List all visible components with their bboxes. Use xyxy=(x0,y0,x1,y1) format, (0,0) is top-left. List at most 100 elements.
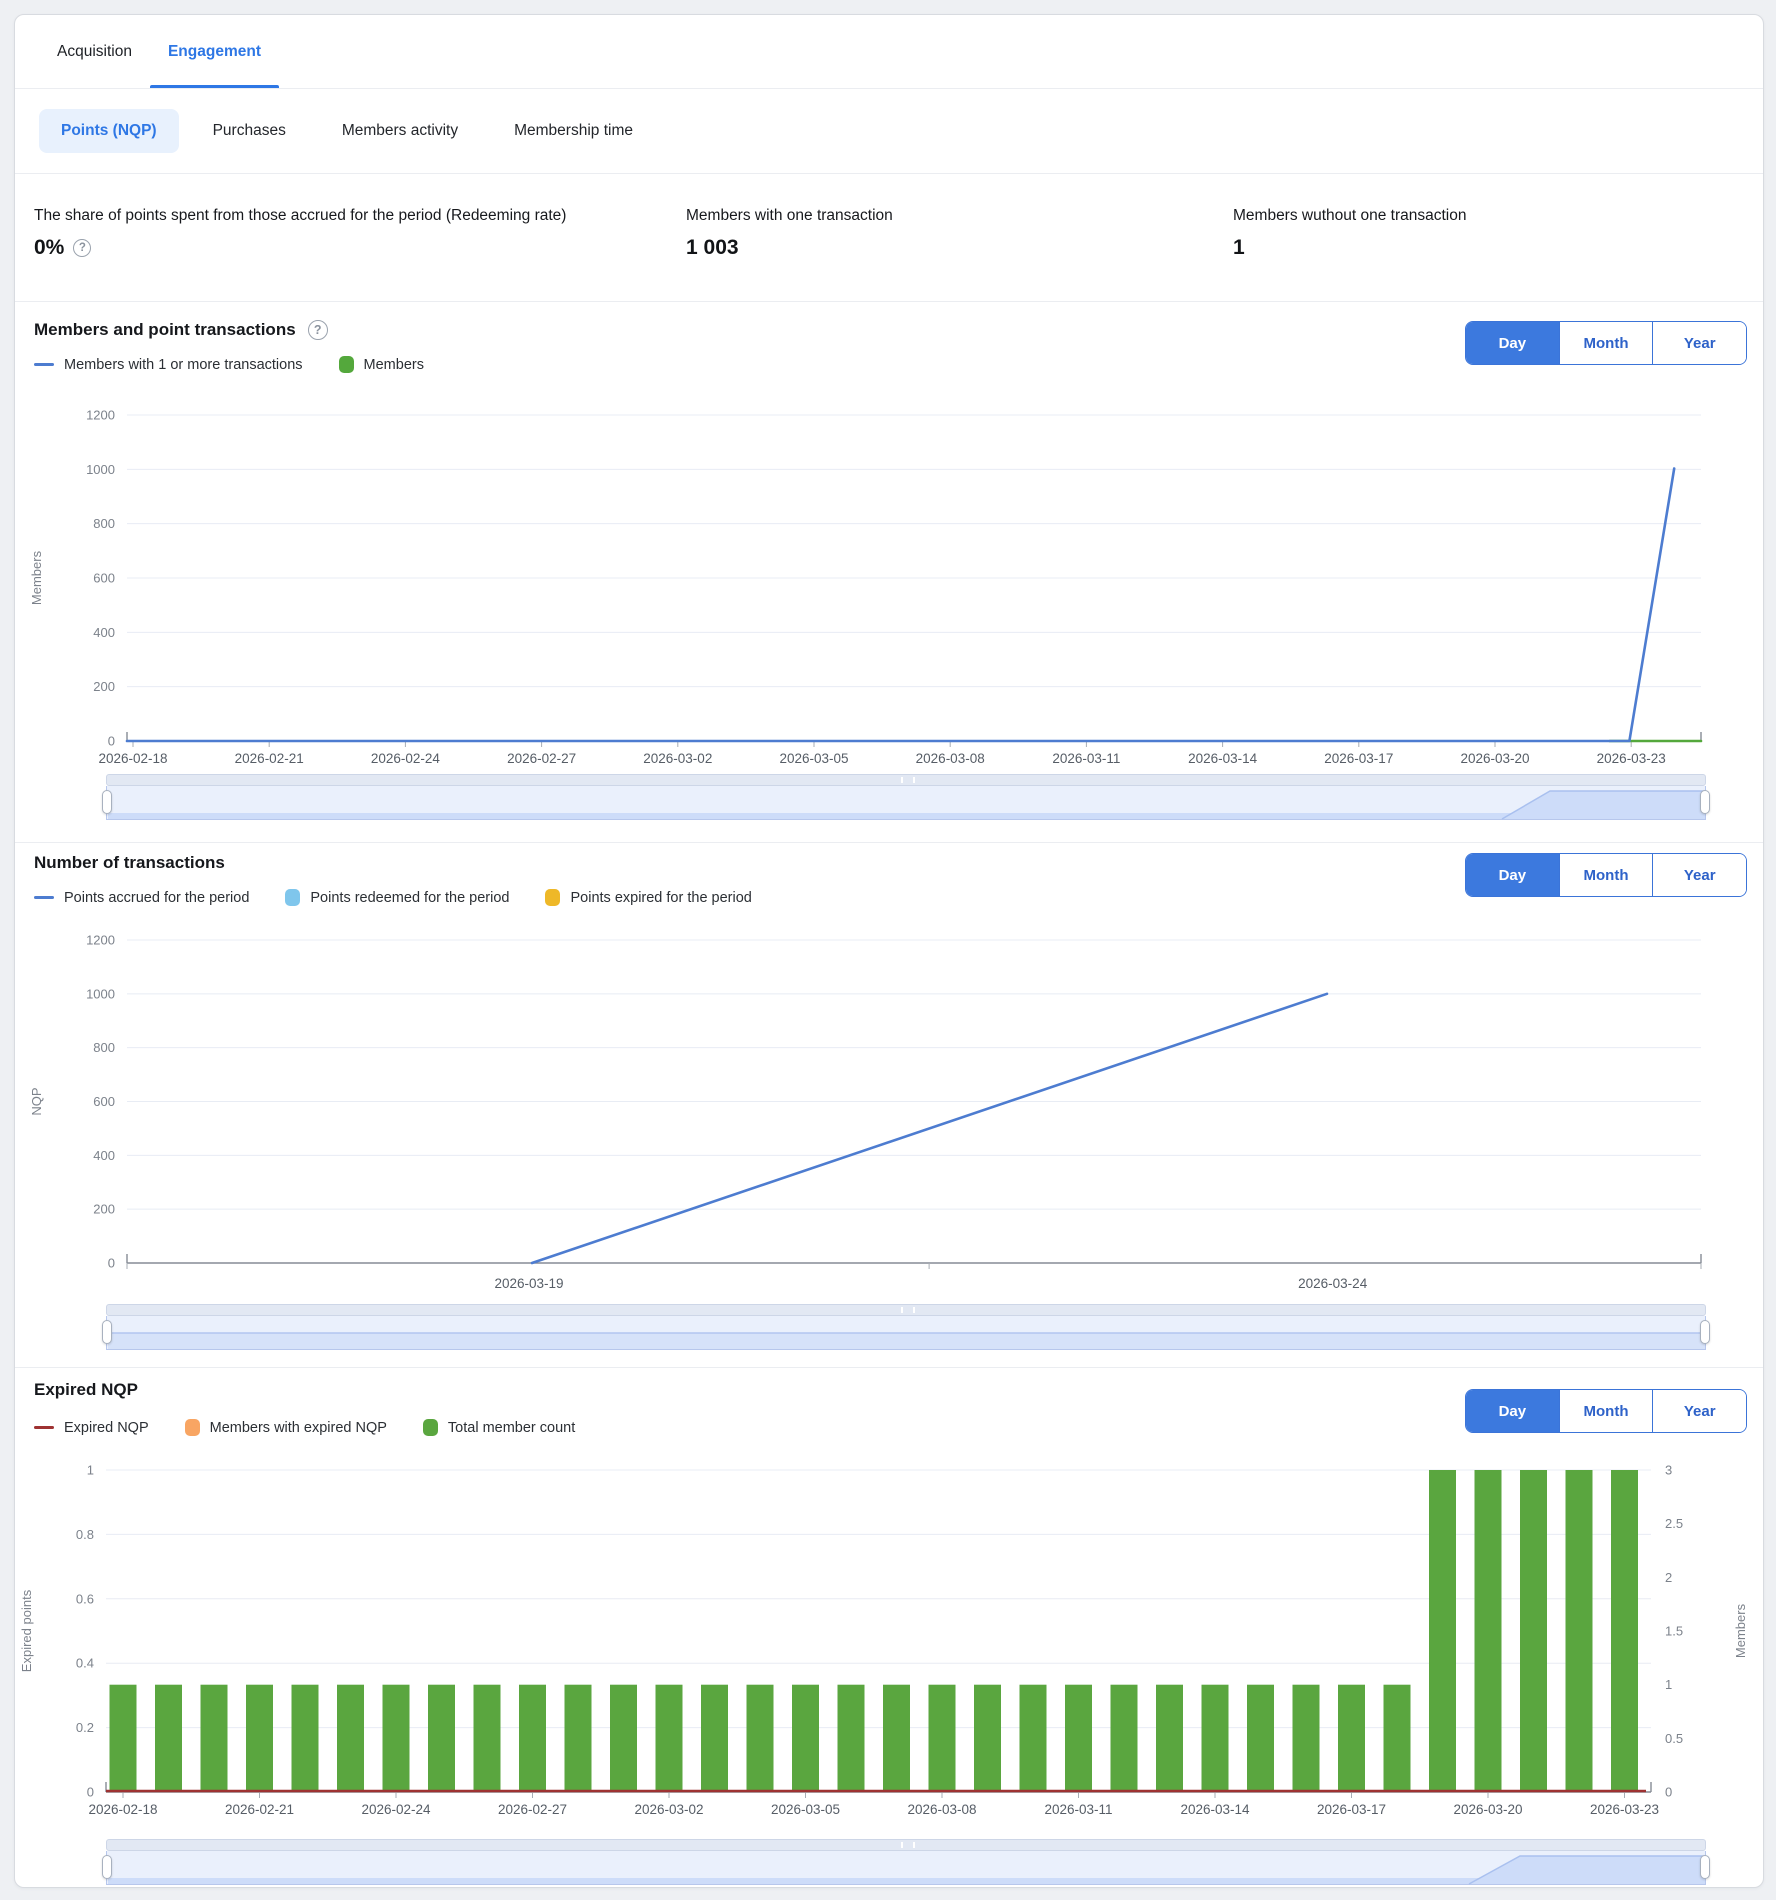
slider-handle-right[interactable] xyxy=(1700,790,1710,814)
svg-text:400: 400 xyxy=(93,1148,115,1163)
slider-range[interactable] xyxy=(106,786,1706,820)
period-month-button[interactable]: Month xyxy=(1559,1390,1653,1432)
stat-members-without-transaction: Members wuthout one transaction 1 xyxy=(1233,207,1466,260)
help-icon[interactable]: ? xyxy=(73,239,91,257)
chart2-period-control: Day Month Year xyxy=(1465,853,1747,897)
legend-line-marker xyxy=(34,1426,54,1430)
chart3-title: Expired NQP xyxy=(34,1380,138,1400)
svg-text:0: 0 xyxy=(1665,1785,1672,1800)
svg-text:Expired points: Expired points xyxy=(19,1589,34,1672)
slider-handle-left[interactable] xyxy=(102,790,112,814)
tab-acquisition[interactable]: Acquisition xyxy=(39,15,150,88)
slider-range[interactable] xyxy=(106,1316,1706,1350)
slider-preview xyxy=(107,786,1707,820)
period-month-button[interactable]: Month xyxy=(1559,322,1653,364)
svg-text:400: 400 xyxy=(93,625,115,640)
chart1-title: Members and point transactions xyxy=(34,320,296,340)
period-year-button[interactable]: Year xyxy=(1652,854,1746,896)
series-points-accrued-for-the-period xyxy=(532,994,1327,1263)
legend-item[interactable]: Members xyxy=(339,356,424,373)
legend-item[interactable]: Points accrued for the period xyxy=(34,890,249,906)
bar xyxy=(246,1685,273,1792)
legend-label: Points redeemed for the period xyxy=(310,890,509,906)
legend-item[interactable]: Points expired for the period xyxy=(545,889,751,906)
subtab-points-nqp[interactable]: Points (NQP) xyxy=(39,109,179,153)
bar xyxy=(1293,1685,1320,1792)
subtab-membership-time[interactable]: Membership time xyxy=(492,109,655,153)
stat-members-without-transaction-label: Members wuthout one transaction xyxy=(1233,207,1466,225)
subtabs-divider xyxy=(15,173,1763,174)
legend-line-marker xyxy=(34,896,54,900)
slider-handle-right[interactable] xyxy=(1700,1855,1710,1879)
help-icon[interactable]: ? xyxy=(308,320,328,340)
svg-text:2.5: 2.5 xyxy=(1665,1516,1683,1531)
legend-label: Points expired for the period xyxy=(570,890,751,906)
chart2-zoom-slider[interactable] xyxy=(106,1304,1706,1350)
bar xyxy=(1247,1685,1274,1792)
slider-range[interactable] xyxy=(106,1851,1706,1885)
subtab-membership-time-label: Membership time xyxy=(514,122,633,140)
slider-preview xyxy=(107,1851,1707,1885)
stat-redeeming-rate-label: The share of points spent from those acc… xyxy=(34,207,566,225)
period-month-button[interactable]: Month xyxy=(1559,854,1653,896)
chart1-zoom-slider[interactable] xyxy=(106,774,1706,820)
svg-text:2026-03-08: 2026-03-08 xyxy=(916,751,985,766)
legend-item[interactable]: Members with expired NQP xyxy=(185,1419,387,1436)
bar xyxy=(383,1685,410,1792)
tab-engagement-label: Engagement xyxy=(168,43,261,61)
period-day-button[interactable]: Day xyxy=(1466,322,1559,364)
bar xyxy=(519,1685,546,1792)
svg-text:2026-03-23: 2026-03-23 xyxy=(1597,751,1666,766)
period-year-button[interactable]: Year xyxy=(1652,1390,1746,1432)
period-year-button[interactable]: Year xyxy=(1652,322,1746,364)
legend-item[interactable]: Total member count xyxy=(423,1419,575,1436)
subtab-members-activity[interactable]: Members activity xyxy=(320,109,480,153)
chart3-title-row: Expired NQP xyxy=(34,1380,138,1400)
period-day-button[interactable]: Day xyxy=(1466,854,1559,896)
svg-text:600: 600 xyxy=(93,571,115,586)
slider-preview xyxy=(107,1316,1707,1350)
subtab-purchases[interactable]: Purchases xyxy=(191,109,308,153)
x-axis: 2026-03-192026-03-24 xyxy=(127,1254,1701,1291)
legend-label: Members with 1 or more transactions xyxy=(64,357,303,373)
svg-text:2026-02-24: 2026-02-24 xyxy=(361,1802,431,1817)
bar xyxy=(1156,1685,1183,1792)
svg-text:0: 0 xyxy=(108,1256,115,1271)
y-axis-right: 00.511.522.53Members xyxy=(1665,1463,1748,1800)
slider-handle-left[interactable] xyxy=(102,1320,112,1344)
svg-text:NQP: NQP xyxy=(29,1087,44,1115)
svg-text:2026-02-21: 2026-02-21 xyxy=(225,1802,294,1817)
slider-grip-icon xyxy=(901,777,915,783)
svg-text:2026-03-20: 2026-03-20 xyxy=(1453,1802,1522,1817)
bar xyxy=(792,1685,819,1792)
slider-grip-icon xyxy=(901,1307,915,1313)
svg-text:0: 0 xyxy=(108,734,115,749)
section-divider xyxy=(15,1367,1763,1368)
bar xyxy=(656,1685,683,1792)
legend-item[interactable]: Members with 1 or more transactions xyxy=(34,357,303,373)
slider-track[interactable] xyxy=(106,774,1706,786)
svg-text:200: 200 xyxy=(93,679,115,694)
chart3-zoom-slider[interactable] xyxy=(106,1839,1706,1885)
legend-square-marker xyxy=(423,1419,438,1436)
slider-grip-icon xyxy=(901,1842,915,1848)
legend-item[interactable]: Expired NQP xyxy=(34,1420,149,1436)
slider-handle-left[interactable] xyxy=(102,1855,112,1879)
slider-handle-right[interactable] xyxy=(1700,1320,1710,1344)
bar xyxy=(1429,1470,1456,1792)
svg-text:2026-03-24: 2026-03-24 xyxy=(1298,1276,1368,1291)
legend-item[interactable]: Points redeemed for the period xyxy=(285,889,509,906)
bar xyxy=(1202,1685,1229,1792)
svg-text:2026-02-18: 2026-02-18 xyxy=(88,1802,157,1817)
analytics-page: Acquisition Engagement Points (NQP) Purc… xyxy=(0,0,1776,1900)
svg-text:2026-03-11: 2026-03-11 xyxy=(1044,1802,1112,1817)
y-axis: 020040060080010001200Members xyxy=(29,408,115,749)
tab-engagement[interactable]: Engagement xyxy=(150,15,279,88)
slider-track[interactable] xyxy=(106,1839,1706,1851)
bar xyxy=(337,1685,364,1792)
legend-square-marker xyxy=(185,1419,200,1436)
period-day-button[interactable]: Day xyxy=(1466,1390,1559,1432)
legend-label: Points accrued for the period xyxy=(64,890,249,906)
tab-acquisition-label: Acquisition xyxy=(57,43,132,61)
slider-track[interactable] xyxy=(106,1304,1706,1316)
